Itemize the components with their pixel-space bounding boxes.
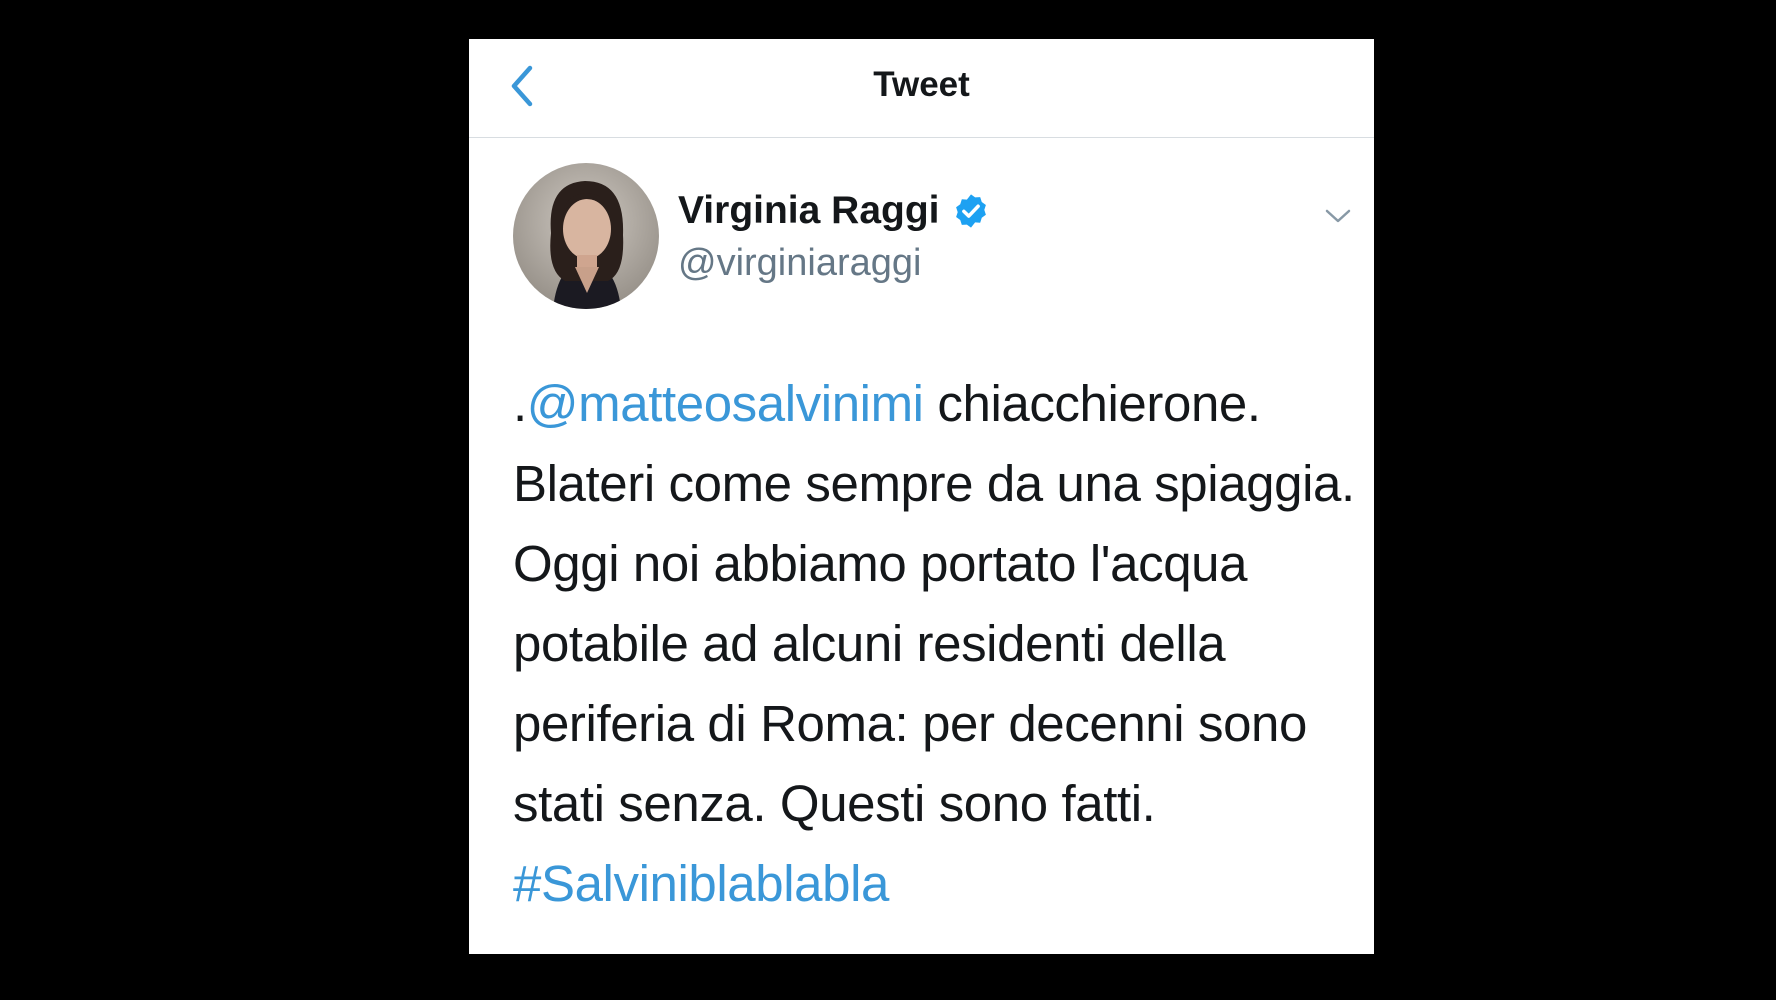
tweet-body: .@matteosalvinimi chiacchierone. Blateri…: [513, 364, 1363, 924]
tweet-menu-button[interactable]: [1318, 198, 1358, 238]
navigation-bar: Tweet: [469, 39, 1374, 138]
tweet-screen: Tweet Virginia Raggi @virginiaraggi .@ma…: [469, 39, 1374, 954]
tweet-text: chiacchierone. Blateri come sempre da un…: [513, 375, 1355, 832]
tweet-header: Virginia Raggi @virginiaraggi: [469, 138, 1374, 338]
verified-badge-icon: [952, 192, 990, 230]
author-handle[interactable]: @virginiaraggi: [678, 238, 990, 288]
page-title: Tweet: [873, 65, 970, 104]
tweet-prefix: .: [513, 375, 527, 432]
chevron-down-icon: [1324, 207, 1352, 230]
author-names: Virginia Raggi @virginiaraggi: [678, 186, 990, 288]
author-display-name[interactable]: Virginia Raggi: [678, 186, 990, 236]
author-display-name-text: Virginia Raggi: [678, 189, 940, 232]
hashtag-link[interactable]: #Salviniblablabla: [513, 855, 889, 912]
mention-link[interactable]: @matteosalvinimi: [527, 375, 924, 432]
avatar[interactable]: [513, 163, 659, 309]
